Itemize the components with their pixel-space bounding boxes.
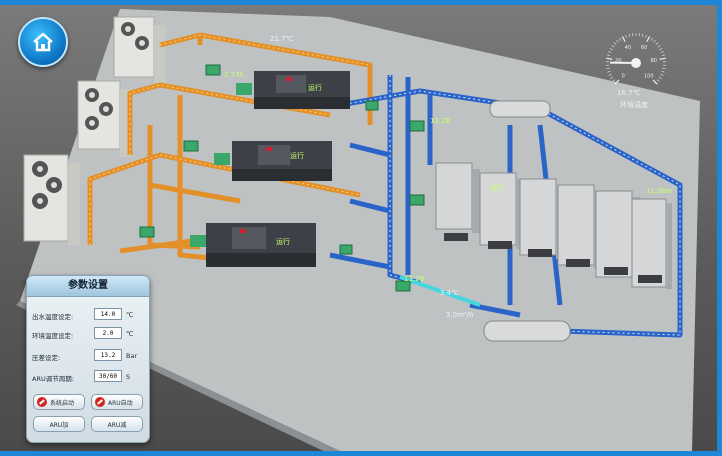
outlet-temp-input[interactable] (94, 308, 122, 320)
aru-add-label: ARU加 (49, 421, 69, 429)
gauge-tick-label: 100 (644, 74, 654, 80)
manifold-bottom (483, 320, 571, 342)
gauge-tick (657, 45, 661, 48)
gauge-tick (607, 71, 611, 73)
flow-rate-label: 3.0m³/h (446, 311, 474, 319)
aru-auto-label: ARU自动 (108, 399, 133, 407)
gauge-tick (628, 33, 630, 37)
gauge-tick (658, 76, 662, 79)
gauge-tick (614, 79, 620, 85)
cabinet-status-label: 运行 (490, 184, 504, 192)
ambient-temp-input[interactable] (94, 327, 122, 339)
gauge-tick (646, 35, 651, 42)
chiller-unit-3 (190, 223, 316, 267)
stop-icon (95, 397, 105, 407)
aru-add-button[interactable]: ARU加 (33, 416, 85, 432)
chiller-1-status: 运行 (308, 84, 322, 92)
gauge-tick (660, 51, 664, 53)
flow-reading-left: 13.2B (404, 275, 425, 283)
gauge-tick (659, 57, 666, 60)
gauge-tick (619, 37, 622, 41)
chiller-2-status: 运行 (290, 152, 304, 160)
param-label: 环境温度设定: (32, 332, 74, 340)
gauge-tick (661, 71, 665, 73)
pump-runtime-label: 2.73h (224, 71, 245, 79)
param-row-ambient-temp: 环境温度设定: ℃ (32, 327, 144, 341)
gauge-tick (612, 79, 615, 82)
gauge-tick (661, 54, 665, 56)
cooling-tower-1 (113, 16, 166, 85)
cabinet-6 (631, 198, 672, 289)
gauge-tick (609, 48, 613, 51)
cabinet-3 (519, 178, 564, 259)
pipe-temp-label: 21.7℃ (270, 35, 294, 43)
gauge-tick-label: 40 (625, 45, 631, 51)
flow-reading-right: 13.2B (430, 117, 451, 125)
gauge-tick-label: 80 (651, 58, 657, 64)
param-label: 压差设定: (32, 354, 61, 362)
cabinet-1 (435, 162, 480, 241)
ambient-temp-gauge: 02040 6080100 (606, 33, 666, 85)
gauge-tick (625, 34, 627, 38)
chiller-3-status: 运行 (276, 238, 290, 246)
parameter-panel: 参数设置 出水温度设定: ℃ 环境温度设定: ℃ 压差设定: Bar ARU调节… (26, 275, 150, 443)
stop-icon (37, 397, 47, 407)
gauge-tick (610, 76, 614, 79)
param-row-outlet-temp: 出水温度设定: ℃ (32, 308, 144, 322)
system-start-button[interactable]: 系统启动 (33, 394, 85, 410)
gauge-tick (653, 39, 656, 43)
param-row-pressure: 压差设定: Bar (32, 349, 144, 363)
gauge-value: 16.7℃ (617, 89, 641, 97)
gauge-tick (611, 45, 615, 48)
gauge-tick (655, 42, 659, 45)
aru-cycle-input[interactable] (94, 370, 122, 382)
cooling-tower-3 (23, 154, 80, 245)
cabinet-4 (557, 184, 602, 269)
gauge-tick (613, 42, 617, 45)
gauge-caption: 环境温度 (620, 101, 648, 109)
param-row-aru-cycle: ARU调节周期: S (32, 370, 144, 384)
home-button[interactable] (18, 17, 68, 67)
gauge-tick (616, 39, 619, 43)
panel-title: 参数设置 (27, 276, 149, 297)
gauge-tick (657, 79, 660, 82)
aru-minus-label: ARU减 (107, 421, 127, 429)
gauge-hub (631, 58, 641, 68)
gauge-tick (662, 67, 666, 70)
param-unit: ℃ (126, 311, 134, 319)
param-unit: S (126, 373, 131, 381)
gauge-tick (650, 37, 653, 41)
pressure-input[interactable] (94, 349, 122, 361)
gauge-tick (606, 67, 610, 70)
gauge-tick (645, 34, 647, 38)
aru-auto-button[interactable]: ARU自动 (91, 394, 143, 410)
gauge-tick (659, 48, 663, 51)
scada-window: 21.7℃ 2.73h 运行 运行 运行 13.2B 13.2B 3.4℃ 3.… (0, 0, 722, 456)
tank-temp-label: 3.4℃ (440, 289, 459, 297)
gauge-tick (621, 35, 626, 42)
system-start-label: 系统启动 (50, 399, 75, 407)
home-icon (33, 32, 53, 52)
pressure-label: 11.0bar (646, 187, 674, 195)
gauge-tick (607, 54, 611, 56)
param-unit: Bar (126, 352, 138, 360)
gauge-tick (608, 51, 612, 53)
param-unit: ℃ (126, 330, 134, 338)
gauge-tick (608, 74, 612, 76)
manifold-top (489, 100, 551, 118)
gauge-tick-label: 60 (641, 45, 647, 51)
param-label: ARU调节周期: (32, 375, 74, 383)
gauge-tick (660, 74, 664, 76)
gauge-tick (642, 33, 644, 37)
cooling-tower-2 (77, 80, 132, 157)
aru-minus-button[interactable]: ARU减 (91, 416, 143, 432)
gauge-tick-label: 0 (622, 74, 625, 80)
gauge-tick (606, 57, 613, 60)
gauge-tick (652, 79, 658, 85)
param-label: 出水温度设定: (32, 313, 74, 321)
